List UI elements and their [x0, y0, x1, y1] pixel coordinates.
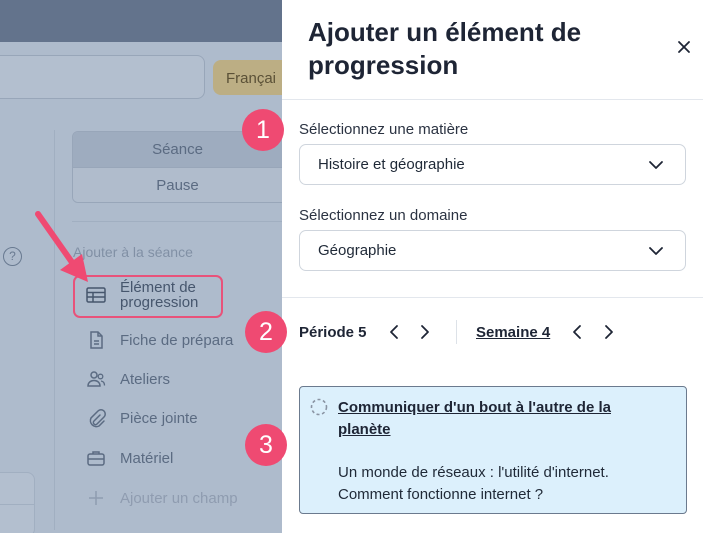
sidebar-item-label: Fiche de prépara	[120, 331, 234, 349]
dashed-circle-icon	[310, 398, 328, 416]
arrow-annotation-icon	[35, 211, 88, 282]
users-icon	[87, 371, 106, 387]
next-period-chevron-right-icon[interactable]	[415, 323, 433, 341]
step-badge-1: 1	[242, 109, 284, 151]
document-icon	[90, 331, 103, 349]
subject-label: Sélectionnez une matière	[299, 121, 469, 138]
period-label: Période 5	[299, 324, 367, 341]
chevron-down-icon	[649, 247, 663, 255]
filters-divider	[282, 297, 703, 298]
close-icon[interactable]	[676, 39, 692, 55]
subject-select[interactable]: Histoire et géographie	[299, 144, 686, 185]
chevron-down-icon	[649, 161, 663, 169]
column-divider	[54, 130, 55, 530]
sidebar-item-fiche: Fiche de prépara	[86, 328, 233, 352]
add-progression-panel: Ajouter un élément de progression Sélect…	[282, 0, 703, 533]
subject-select-value: Histoire et géographie	[318, 156, 465, 173]
sidebar-item-label: Pièce jointe	[120, 409, 198, 427]
domain-label: Sélectionnez un domaine	[299, 207, 468, 224]
sidebar-item-label: Ajouter un champ	[120, 489, 238, 507]
week-link[interactable]: Semaine 4	[476, 324, 550, 341]
briefcase-icon	[87, 451, 105, 466]
paperclip-icon	[89, 409, 106, 428]
step-badge-2: 2	[245, 311, 287, 353]
next-week-chevron-right-icon[interactable]	[599, 323, 617, 341]
sidebar-item-element-progression: Élément de progression	[120, 279, 199, 311]
progression-item-card[interactable]: Communiquer d'un bout à l'autre de la pl…	[299, 386, 687, 514]
tab-pause: Pause	[73, 167, 282, 202]
domain-select-value: Géographie	[318, 242, 397, 259]
background-search-field	[0, 55, 205, 99]
app-top-bar	[0, 0, 282, 42]
help-icon: ?	[3, 247, 22, 266]
sidebar-item-label: Matériel	[120, 449, 174, 467]
sidebar-item-ajouter-champ: Ajouter un champ	[86, 486, 238, 510]
period-week-navigator: Période 5 Semaine 4	[299, 318, 689, 346]
background-card	[0, 472, 35, 533]
plus-icon	[89, 491, 103, 505]
previous-period-chevron-left-icon[interactable]	[386, 323, 404, 341]
navigator-separator	[456, 320, 457, 344]
progression-item-description: Un monde de réseaux : l'utilité d'intern…	[338, 464, 609, 503]
section-divider	[72, 221, 282, 222]
panel-title: Ajouter un élément de progression	[308, 17, 582, 80]
domain-select[interactable]: Géographie	[299, 230, 686, 271]
sidebar-item-ateliers: Ateliers	[86, 367, 170, 391]
step-badge-3: 3	[245, 424, 287, 466]
sidebar-item-materiel: Matériel	[86, 446, 173, 470]
sidebar-item-label: Ateliers	[120, 370, 171, 388]
previous-week-chevron-left-icon[interactable]	[569, 323, 587, 341]
language-button: Françai	[213, 60, 293, 95]
background-card-divider	[0, 504, 35, 505]
header-divider	[282, 99, 703, 100]
sidebar-item-piece-jointe: Pièce jointe	[86, 406, 198, 430]
progression-item-title[interactable]: Communiquer d'un bout à l'autre de la pl…	[338, 397, 648, 441]
